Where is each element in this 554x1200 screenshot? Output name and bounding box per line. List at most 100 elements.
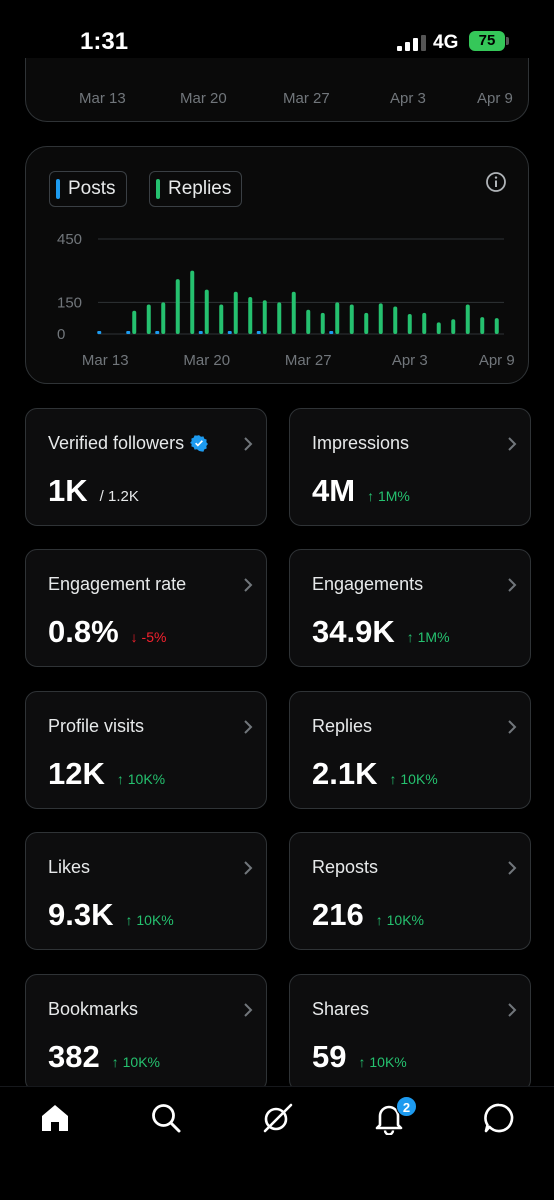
bar-replies bbox=[451, 319, 456, 334]
metric-value: 9.3K bbox=[48, 897, 114, 932]
bar-replies bbox=[262, 300, 267, 334]
y-tick-label: 0 bbox=[57, 326, 65, 343]
metric-row: 9.3K ↑ 10K% bbox=[48, 897, 174, 933]
metric-label: Engagements bbox=[312, 574, 424, 594]
x-tick-label: Mar 20 bbox=[183, 352, 230, 369]
bottom-navigation bbox=[0, 1086, 554, 1200]
metric-card-engagements[interactable]: Engagements 34.9K ↑ 1M% bbox=[289, 549, 531, 667]
metric-row: 2.1K ↑ 10K% bbox=[312, 756, 438, 792]
battery-tip bbox=[506, 37, 509, 45]
bar-replies bbox=[320, 312, 325, 334]
x-tick-label: Mar 27 bbox=[285, 352, 332, 369]
bar-replies bbox=[277, 302, 282, 334]
metric-row: 34.9K ↑ 1M% bbox=[312, 614, 450, 650]
metric-value: 0.8% bbox=[48, 614, 119, 649]
battery-level: 75 bbox=[469, 31, 505, 51]
metric-label: Shares bbox=[312, 999, 370, 1019]
metric-label: Reposts bbox=[312, 857, 379, 877]
bar-replies bbox=[190, 270, 195, 334]
bar-replies bbox=[146, 304, 151, 334]
chevron-right-icon bbox=[508, 861, 517, 875]
bar-replies bbox=[335, 302, 340, 334]
y-tick-label: 150 bbox=[57, 294, 82, 311]
metric-row: 12K ↑ 10K% bbox=[48, 756, 165, 792]
metric-label: Likes bbox=[48, 857, 91, 877]
bar-replies bbox=[349, 304, 354, 334]
bar-posts bbox=[198, 331, 203, 334]
bar-replies bbox=[407, 313, 412, 334]
metric-card-bookmarks[interactable]: Bookmarks 382 ↑ 10K% bbox=[25, 974, 267, 1092]
chevron-right-icon bbox=[508, 1003, 517, 1017]
bar-replies bbox=[393, 306, 398, 334]
metric-label: Engagement rate bbox=[48, 574, 187, 594]
y-tick-label: 450 bbox=[57, 231, 82, 248]
bar-posts bbox=[329, 331, 334, 334]
home-icon[interactable] bbox=[38, 1101, 72, 1135]
bar-replies bbox=[219, 304, 224, 334]
bar-posts bbox=[126, 331, 131, 334]
status-time: 1:31 bbox=[80, 28, 129, 55]
metric-change: ↑ 10K% bbox=[375, 912, 424, 928]
metric-change: ↓ -5% bbox=[130, 629, 167, 645]
chevron-right-icon bbox=[244, 1003, 253, 1017]
metric-card-impressions[interactable]: Impressions 4M ↑ 1M% bbox=[289, 408, 531, 526]
bar-replies bbox=[436, 322, 441, 334]
activity-chart-card: Posts Replies 450 150 0 Mar 13 Mar 20 Mar 27 A… bbox=[25, 146, 529, 384]
metric-card-verified-followers[interactable]: Verified followers 1K / 1.2K bbox=[25, 408, 267, 526]
chevron-right-icon bbox=[508, 437, 517, 451]
metric-change: ↑ 1M% bbox=[367, 488, 410, 504]
chevron-right-icon bbox=[244, 720, 253, 734]
metric-change: ↑ 10K% bbox=[125, 912, 174, 928]
metric-card-likes[interactable]: Likes 9.3K ↑ 10K% bbox=[25, 832, 267, 950]
metric-value: 12K bbox=[48, 756, 105, 791]
metric-card-shares[interactable]: Shares 59 ↑ 10K% bbox=[289, 974, 531, 1092]
top-chart-x-tick: Mar 27 bbox=[283, 90, 330, 107]
bar-posts bbox=[256, 331, 261, 334]
metric-row: 59 ↑ 10K% bbox=[312, 1039, 407, 1075]
x-tick-label: Mar 13 bbox=[82, 352, 129, 369]
metric-label: Impressions bbox=[312, 433, 410, 453]
messages-icon[interactable] bbox=[482, 1101, 516, 1135]
bar-replies bbox=[306, 309, 311, 334]
metric-row: 216 ↑ 10K% bbox=[312, 897, 424, 933]
metric-change: ↑ 10K% bbox=[389, 771, 438, 787]
metric-value: 4M bbox=[312, 473, 356, 508]
bar-replies bbox=[291, 291, 296, 334]
grok-icon[interactable] bbox=[260, 1101, 294, 1135]
search-icon[interactable] bbox=[149, 1101, 183, 1135]
bar-replies bbox=[480, 317, 485, 334]
bar-replies bbox=[364, 312, 369, 334]
x-tick-label: Apr 3 bbox=[392, 352, 428, 369]
metric-card-reposts[interactable]: Reposts 216 ↑ 10K% bbox=[289, 832, 531, 950]
metric-row: 4M ↑ 1M% bbox=[312, 473, 410, 509]
metric-total: / 1.2K bbox=[99, 488, 139, 505]
metric-row: 1K / 1.2K bbox=[48, 473, 139, 509]
bar-replies bbox=[422, 312, 427, 334]
bar-replies bbox=[248, 297, 253, 334]
top-chart-x-tick: Mar 13 bbox=[79, 90, 126, 107]
metric-label: Bookmarks bbox=[48, 999, 139, 1019]
metric-row: 382 ↑ 10K% bbox=[48, 1039, 160, 1075]
bar-replies bbox=[233, 291, 238, 334]
bar-replies bbox=[132, 310, 137, 334]
chevron-right-icon bbox=[508, 720, 517, 734]
network-type: 4G bbox=[433, 32, 459, 53]
bar-posts bbox=[227, 331, 232, 334]
bar-replies bbox=[204, 289, 209, 334]
metric-value: 382 bbox=[48, 1039, 100, 1074]
metric-change: ↑ 1M% bbox=[406, 629, 450, 645]
bar-replies bbox=[465, 304, 470, 334]
metric-card-profile-visits[interactable]: Profile visits 12K ↑ 10K% bbox=[25, 691, 267, 809]
chevron-right-icon bbox=[244, 861, 253, 875]
top-chart-x-tick: Apr 9 bbox=[477, 90, 513, 107]
metric-value: 2.1K bbox=[312, 756, 378, 791]
notifications-badge[interactable]: 2 bbox=[396, 1096, 417, 1117]
metric-card-replies[interactable]: Replies 2.1K ↑ 10K% bbox=[289, 691, 531, 809]
metric-label: Verified followers bbox=[48, 433, 209, 454]
metric-label: Replies bbox=[312, 716, 373, 736]
metric-value: 59 bbox=[312, 1039, 347, 1074]
bar-posts bbox=[155, 331, 160, 334]
top-chart-x-tick: Mar 20 bbox=[180, 90, 227, 107]
metric-card-engagement-rate[interactable]: Engagement rate 0.8% ↓ -5% bbox=[25, 549, 267, 667]
metric-value: 216 bbox=[312, 897, 364, 932]
